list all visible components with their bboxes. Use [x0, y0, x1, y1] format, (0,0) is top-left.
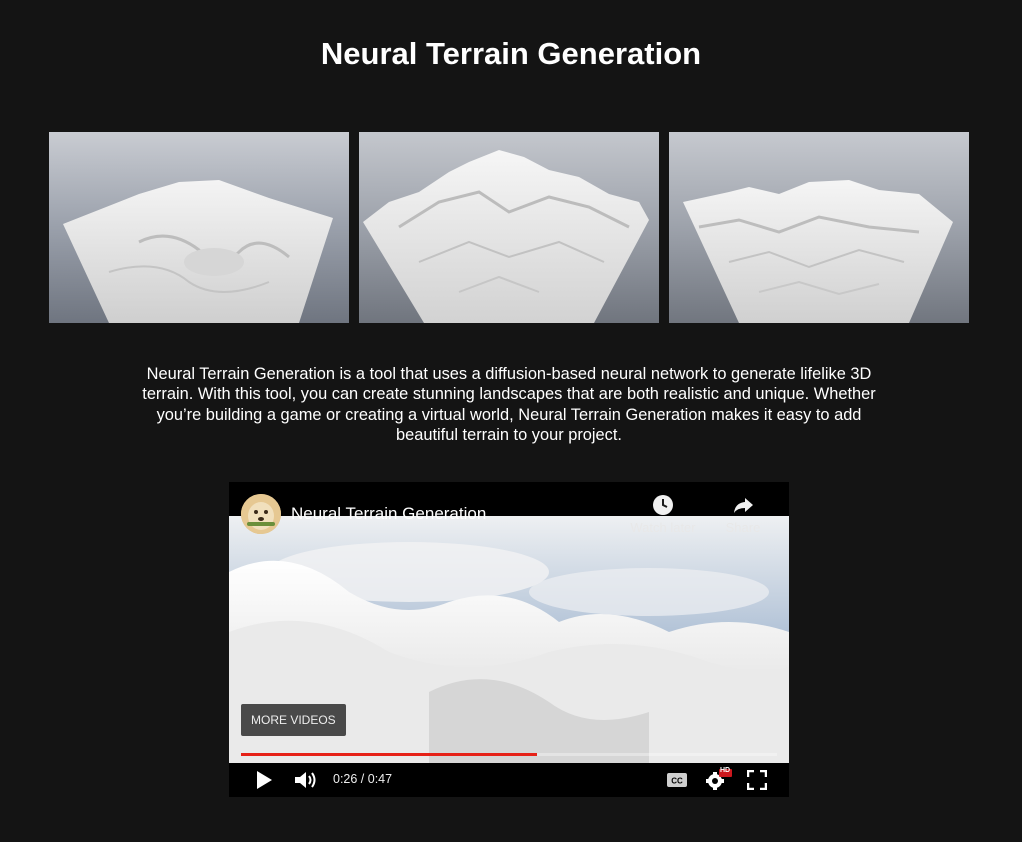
time-display: 0:26 / 0:47 [333, 772, 393, 786]
progress-fill [241, 753, 538, 756]
video-controls: 0:26 / 0:47 CC HD [229, 763, 789, 797]
volume-icon [295, 772, 316, 788]
video-player[interactable]: Neural Terrain Generation Watch later Sh… [229, 482, 789, 797]
play-button[interactable] [249, 763, 279, 797]
svg-text:CC: CC [671, 777, 683, 786]
video-title[interactable]: Neural Terrain Generation [291, 504, 486, 524]
fullscreen-button[interactable] [743, 763, 771, 797]
watch-later-button[interactable]: Watch later [623, 494, 703, 535]
terrain-image-3 [669, 132, 969, 323]
terrain-image-2 [359, 132, 659, 323]
progress-bar[interactable] [241, 753, 777, 756]
captions-icon: CC [667, 773, 687, 787]
channel-avatar[interactable] [241, 494, 281, 534]
terrain-image-1 [49, 132, 349, 323]
share-button[interactable]: Share [703, 494, 783, 535]
hd-badge: HD [720, 767, 731, 774]
description-text: Neural Terrain Generation is a tool that… [142, 365, 876, 444]
captions-button[interactable]: CC [663, 763, 691, 797]
more-videos-button[interactable]: MORE VIDEOS [241, 704, 346, 736]
share-icon [734, 498, 753, 513]
watch-later-label: Watch later [630, 520, 696, 535]
page-title: Neural Terrain Generation [320, 36, 702, 71]
play-icon [257, 771, 272, 789]
terrain-gallery [49, 132, 969, 323]
clock-icon [653, 495, 673, 515]
volume-button[interactable] [291, 763, 321, 797]
fullscreen-icon [747, 770, 767, 790]
share-label: Share [725, 520, 761, 535]
settings-button[interactable]: HD [703, 763, 733, 797]
